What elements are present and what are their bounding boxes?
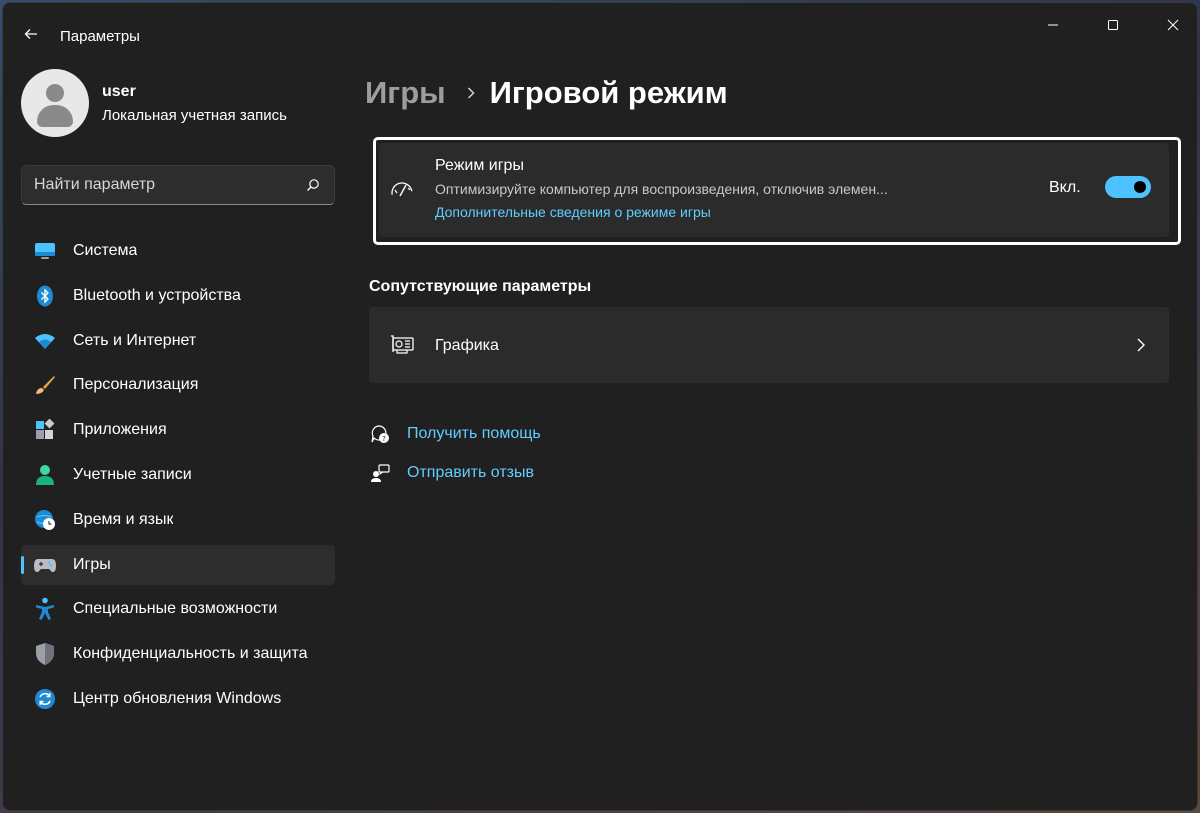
bluetooth-icon: [33, 284, 57, 308]
graphics-label: Графика: [435, 337, 499, 354]
minimize-button[interactable]: [1029, 3, 1077, 47]
accessibility-icon: [33, 597, 57, 621]
send-feedback-link[interactable]: Отправить отзыв: [369, 462, 534, 484]
sidebar-item-gaming[interactable]: Игры: [21, 544, 335, 585]
game-mode-toggle[interactable]: [1105, 176, 1151, 198]
globe-clock-icon: [33, 508, 57, 532]
feedback-icon: [369, 462, 391, 484]
sidebar-item-privacy[interactable]: Конфиденциальность и защита: [21, 634, 335, 674]
sidebar-item-accounts[interactable]: Учетные записи: [21, 455, 335, 495]
close-icon: [1167, 19, 1179, 31]
maximize-icon: [1108, 20, 1118, 30]
brush-icon: [33, 373, 57, 397]
shield-icon: [33, 642, 57, 666]
user-name: user: [102, 82, 136, 100]
game-mode-learn-more-link[interactable]: Дополнительные сведения о режиме игры: [435, 204, 711, 220]
search-placeholder: Найти параметр: [34, 176, 156, 193]
game-mode-card: Режим игры Оптимизируйте компьютер для в…: [379, 143, 1169, 237]
apps-icon: [33, 418, 57, 442]
gamepad-icon: [33, 553, 57, 577]
wifi-icon: [33, 329, 57, 353]
back-arrow-icon: [24, 29, 37, 39]
app-title: Параметры: [60, 28, 140, 45]
user-profile[interactable]: user Локальная учетная запись: [21, 69, 287, 137]
game-mode-description: Оптимизируйте компьютер для воспроизведе…: [435, 181, 888, 197]
person-icon: [33, 463, 57, 487]
chevron-right-icon: [466, 86, 476, 100]
monitor-icon: [33, 239, 57, 263]
back-button[interactable]: [13, 19, 49, 49]
toggle-state-label: Вкл.: [1049, 179, 1081, 196]
game-mode-title: Режим игры: [435, 157, 524, 174]
graphics-settings-item[interactable]: Графика: [369, 307, 1169, 383]
sidebar-item-apps[interactable]: Приложения: [21, 410, 335, 450]
graphics-card-icon: [389, 334, 415, 356]
title-bar: Параметры: [3, 3, 1197, 49]
sidebar-item-windows-update[interactable]: Центр обновления Windows: [21, 679, 335, 719]
settings-window: Параметры user Локальная учетная запись: [2, 2, 1198, 811]
help-chat-icon: ?: [369, 423, 391, 445]
close-button[interactable]: [1149, 3, 1197, 47]
account-type: Локальная учетная запись: [102, 106, 287, 124]
sidebar-item-accessibility[interactable]: Специальные возможности: [21, 589, 335, 629]
sidebar-item-network[interactable]: Сеть и Интернет: [21, 321, 335, 361]
update-icon: [33, 687, 57, 711]
avatar: [21, 69, 89, 137]
related-settings-title: Сопутствующие параметры: [369, 278, 592, 295]
sidebar-item-bluetooth[interactable]: Bluetooth и устройства: [21, 276, 335, 316]
search-icon[interactable]: [298, 170, 328, 200]
sidebar-item-personalization[interactable]: Персонализация: [21, 365, 335, 405]
speedometer-icon: [389, 177, 415, 203]
breadcrumb: Игры Игровой режим: [365, 75, 728, 111]
chevron-right-icon: [1133, 335, 1149, 355]
sidebar-item-time-language[interactable]: Время и язык: [21, 500, 335, 540]
maximize-button[interactable]: [1089, 3, 1137, 47]
minimize-icon: [1048, 24, 1058, 26]
toggle-knob: [1134, 181, 1146, 193]
sidebar-item-system[interactable]: Система: [21, 231, 335, 271]
get-help-link[interactable]: ? Получить помощь: [369, 423, 541, 445]
svg-text:?: ?: [382, 435, 386, 443]
breadcrumb-parent[interactable]: Игры: [365, 75, 446, 111]
search-input[interactable]: Найти параметр: [21, 165, 335, 205]
page-title: Игровой режим: [489, 75, 728, 110]
sidebar-nav: Система Bluetooth и устройства Сеть и Ин…: [21, 231, 335, 724]
